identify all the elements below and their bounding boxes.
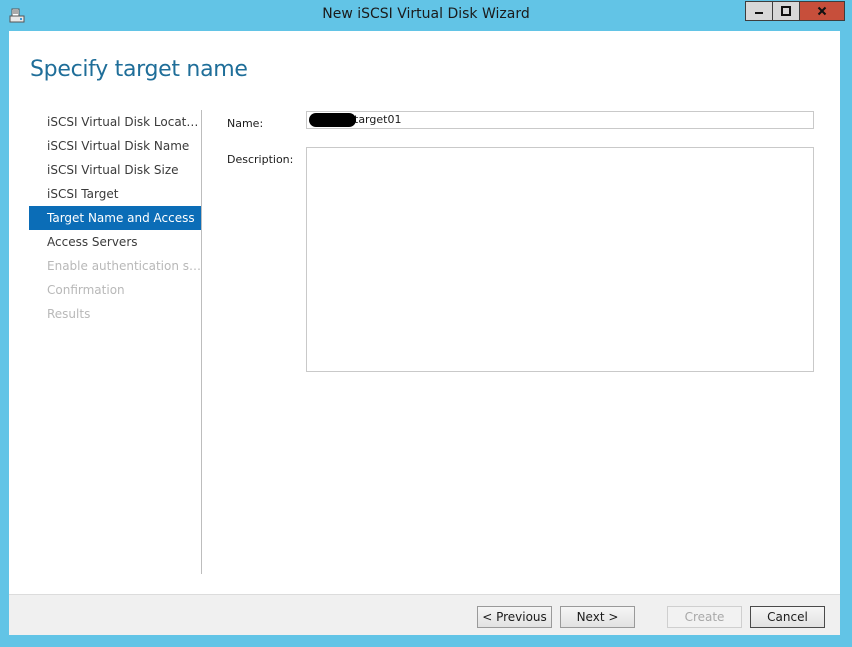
title-bar[interactable]: New iSCSI Virtual Disk Wizard — [0, 0, 852, 31]
description-field[interactable] — [306, 147, 814, 372]
close-icon — [817, 6, 827, 16]
nav-step-6: Enable authentication ser... — [47, 259, 201, 273]
name-field[interactable]: target01 — [306, 111, 814, 129]
nav-divider — [201, 110, 202, 574]
wizard-content: Specify target name iSCSI Virtual Disk L… — [9, 31, 840, 635]
wizard-window: New iSCSI Virtual Disk Wizard Specify ta… — [0, 0, 852, 647]
nav-step-4[interactable]: Target Name and Access — [29, 206, 201, 230]
minimize-button[interactable] — [745, 1, 773, 21]
nav-step-0[interactable]: iSCSI Virtual Disk Location — [29, 110, 201, 134]
page-title: Specify target name — [30, 57, 248, 82]
wizard-footer: < Previous Next > Create Cancel — [9, 594, 840, 635]
previous-button[interactable]: < Previous — [477, 606, 552, 628]
nav-step-7: Confirmation — [47, 283, 125, 297]
nav-step-3[interactable]: iSCSI Target — [29, 182, 201, 206]
name-label: Name: — [227, 117, 264, 130]
window-title: New iSCSI Virtual Disk Wizard — [322, 6, 530, 22]
close-button[interactable] — [800, 1, 845, 21]
nav-step-1[interactable]: iSCSI Virtual Disk Name — [29, 134, 201, 158]
nav-step-5[interactable]: Access Servers — [29, 230, 201, 254]
minimize-icon — [755, 12, 763, 14]
next-button[interactable]: Next > — [560, 606, 635, 628]
maximize-icon — [781, 6, 791, 16]
description-label: Description: — [227, 153, 294, 166]
create-button[interactable]: Create — [667, 606, 742, 628]
nav-step-2[interactable]: iSCSI Virtual Disk Size — [29, 158, 201, 182]
cancel-button[interactable]: Cancel — [750, 606, 825, 628]
wizard-steps-nav: iSCSI Virtual Disk Location iSCSI Virtual… — [29, 110, 201, 326]
name-value: target01 — [354, 113, 402, 126]
maximize-button[interactable] — [773, 1, 800, 21]
redaction-mark — [309, 113, 356, 127]
nav-step-8: Results — [47, 307, 91, 321]
